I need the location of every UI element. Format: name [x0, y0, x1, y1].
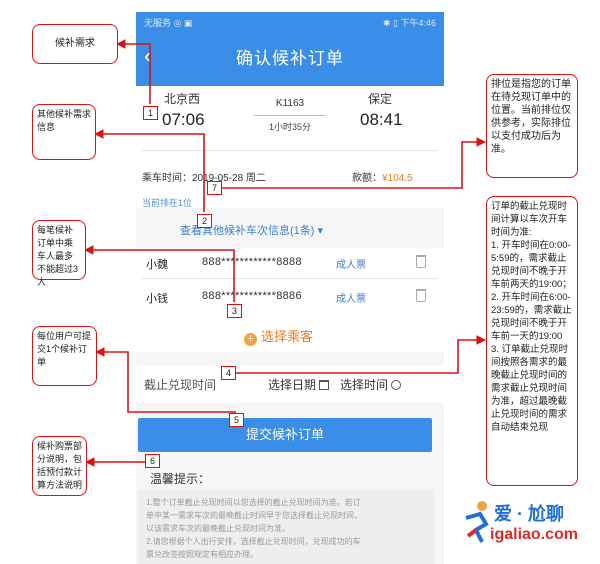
watermark-bottom: igaliao.com [490, 526, 579, 543]
page-title: 确认候补订单 [236, 49, 344, 68]
annotation-number-1: 1 [143, 106, 158, 120]
annotation-number-6: 6 [145, 454, 160, 468]
submit-order-button[interactable]: 提交候补订单 [138, 418, 432, 452]
to-time: 08:41 [360, 110, 403, 129]
tips-line: 单中某一需求车次的最晚截止时间早于您选择截止兑现时间， [146, 511, 362, 520]
trip-card: 北京西 07:06 K1163 1小时35分 保定 08:41 乘车时间：201… [136, 86, 444, 208]
passenger-row: 小钱 888************8886 成人票 [136, 282, 444, 312]
deadline-row: 截止兑现时间 选择日期 选择时间 [136, 366, 444, 402]
train-line [254, 115, 326, 116]
from-station: 北京西 [164, 92, 201, 106]
calendar-icon [319, 380, 330, 390]
tips-line: 2.请您根据个人出行安排，选择截止兑现时间，兑现成功的车 [146, 537, 361, 546]
trash-icon[interactable] [416, 289, 426, 302]
callout-4: 每位用户可提交1个候补订单 [32, 326, 97, 386]
ride-date: 乘车时间：2019-05-28 周二 [142, 173, 266, 184]
tips-line: 以该需求车次的最晚截止兑现时间为准。 [146, 524, 290, 533]
passenger-id: 888************8886 [202, 290, 302, 302]
passenger-row: 小魏 888************8888 成人票 [136, 248, 444, 278]
clock-icon [391, 380, 402, 390]
callout-7: 订单的截止兑现时间计算以车次开车时间为准: 1. 开车时间在0:00-5:59的… [486, 196, 578, 486]
train-number: K1163 [275, 98, 305, 109]
select-date-label: 选择日期 [268, 378, 317, 392]
callout-2: 其他候补需求信息 [32, 104, 96, 160]
ticket-type[interactable]: 成人票 [336, 290, 366, 305]
trash-icon[interactable] [416, 255, 426, 268]
add-passenger-button[interactable]: + 选择乘客 [244, 326, 313, 346]
divider [142, 278, 438, 279]
passenger-name: 小魏 [146, 259, 168, 271]
annotation-number-5: 5 [229, 413, 244, 427]
tips-line: 1.整个订单截止兑现时间以您选择的截止兑现时间为准。若订 [146, 498, 361, 507]
runner-logo-icon [465, 501, 489, 543]
watermark: 爱 · 尬聊 igaliao.com [462, 492, 600, 556]
tips-box: 1.整个订单截止兑现时间以您选择的截止兑现时间为准。若订 单中某一需求车次的最晚… [138, 490, 434, 564]
plus-icon: + [244, 333, 257, 346]
passenger-id: 888************8888 [202, 256, 302, 268]
callout-3: 每笔候补订单中乘车人最多不能超过3人 [32, 220, 86, 287]
add-passenger-label: 选择乘客 [261, 329, 314, 344]
from-time: 07:06 [162, 110, 205, 129]
passenger-name: 小钱 [146, 293, 168, 305]
select-time-button[interactable]: 选择时间 [340, 376, 402, 393]
deposit-label: 款额： [352, 173, 382, 184]
passenger-card: 小魏 888************8888 成人票 小钱 888*******… [136, 248, 444, 352]
deposit: 款额：¥104.5 [352, 169, 413, 184]
status-left: 无服务 ◎ ▣ [144, 18, 193, 28]
tips-line: 票兑改签按照规定有相应办理。 [146, 550, 258, 559]
annotation-number-2: 2 [197, 214, 212, 228]
annotation-number-3: 3 [227, 304, 242, 318]
select-date-button[interactable]: 选择日期 [268, 376, 330, 393]
select-time-label: 选择时间 [340, 378, 389, 392]
ticket-type[interactable]: 成人票 [336, 256, 366, 271]
deadline-label: 截止兑现时间 [144, 378, 217, 392]
callout-6: 排位是指您的订单在待兑现订单中的位置。当前排位仅供参考，实际排位以支付成功后为准… [486, 74, 578, 178]
status-right: ✱ ▯ 下午4:46 [382, 18, 436, 28]
divider [142, 150, 438, 151]
annotation-number-7: 7 [207, 181, 222, 195]
trip-duration: 1小时35分 [268, 122, 312, 132]
callout-5: 候补购票部分说明，包括预付款计算方法说明 [32, 436, 87, 496]
annotation-number-4: 4 [221, 366, 236, 380]
queue-position: 当前排在1位 [142, 198, 193, 208]
phone-screen: 无服务 ◎ ▣ ✱ ▯ 下午4:46 ‹ 确认候补订单 北京西 07:06 K1… [136, 12, 444, 564]
to-station: 保定 [368, 92, 393, 106]
callout-1: 候补需求 [32, 24, 118, 64]
watermark-top: 爱 · 尬聊 [494, 504, 564, 524]
status-bar: 无服务 ◎ ▣ ✱ ▯ 下午4:46 [136, 12, 444, 30]
nav-bar: ‹ 确认候补订单 [136, 30, 444, 86]
deposit-value: ¥104.5 [382, 173, 413, 184]
tips-title: 温馨提示： [150, 472, 211, 486]
